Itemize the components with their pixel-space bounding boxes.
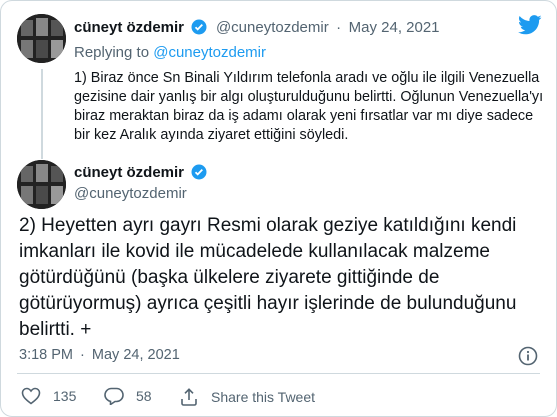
reply-count: 58 (136, 388, 152, 404)
verified-badge-icon (191, 19, 207, 40)
share-button[interactable]: Share this Tweet (179, 387, 315, 407)
share-label: Share this Tweet (211, 389, 316, 405)
avatar[interactable] (17, 14, 66, 63)
reply-button[interactable]: 58 (104, 387, 152, 405)
reply-header: cüneyt özdemir @cuneytozdemir · May 24, … (74, 19, 440, 40)
tweet-date[interactable]: May 24, 2021 (92, 347, 180, 363)
separator-dot: · (336, 19, 342, 36)
info-icon[interactable] (518, 346, 538, 371)
avatar[interactable] (17, 160, 66, 209)
author-name[interactable]: cüneyt özdemir (74, 164, 184, 181)
replying-to-handle[interactable]: @cuneytozdemir (153, 44, 266, 61)
replying-to: Replying to @cuneytozdemir (74, 44, 266, 61)
reply-tweet-text: 1) Biraz önce Sn Binali Yıldırım telefon… (74, 70, 544, 143)
replying-to-label: Replying to (74, 44, 150, 61)
tweet-date[interactable]: May 24, 2021 (349, 19, 440, 36)
author-handle[interactable]: @cuneytozdemir (74, 185, 187, 202)
reply-icon (104, 387, 124, 405)
share-icon (181, 388, 197, 406)
like-count: 135 (53, 388, 77, 404)
author-handle[interactable]: @cuneytozdemir (216, 19, 329, 36)
main-tweet-text: 2) Heyetten ayrı gayrı Resmi olarak gezi… (19, 215, 517, 340)
tweet-card: cüneyt özdemir @cuneytozdemir · May 24, … (0, 0, 557, 417)
main-header: cüneyt özdemir (74, 164, 207, 185)
verified-badge-icon (191, 164, 207, 185)
author-name[interactable]: cüneyt özdemir (74, 19, 184, 36)
separator-dot: · (80, 347, 85, 363)
thread-line (41, 69, 43, 159)
divider (17, 373, 540, 374)
tweet-time[interactable]: 3:18 PM (19, 347, 73, 363)
twitter-logo-icon[interactable] (518, 15, 542, 40)
heart-icon (21, 387, 41, 405)
like-button[interactable]: 135 (21, 387, 76, 405)
tweet-timestamp[interactable]: 3:18 PM · May 24, 2021 (19, 347, 180, 363)
